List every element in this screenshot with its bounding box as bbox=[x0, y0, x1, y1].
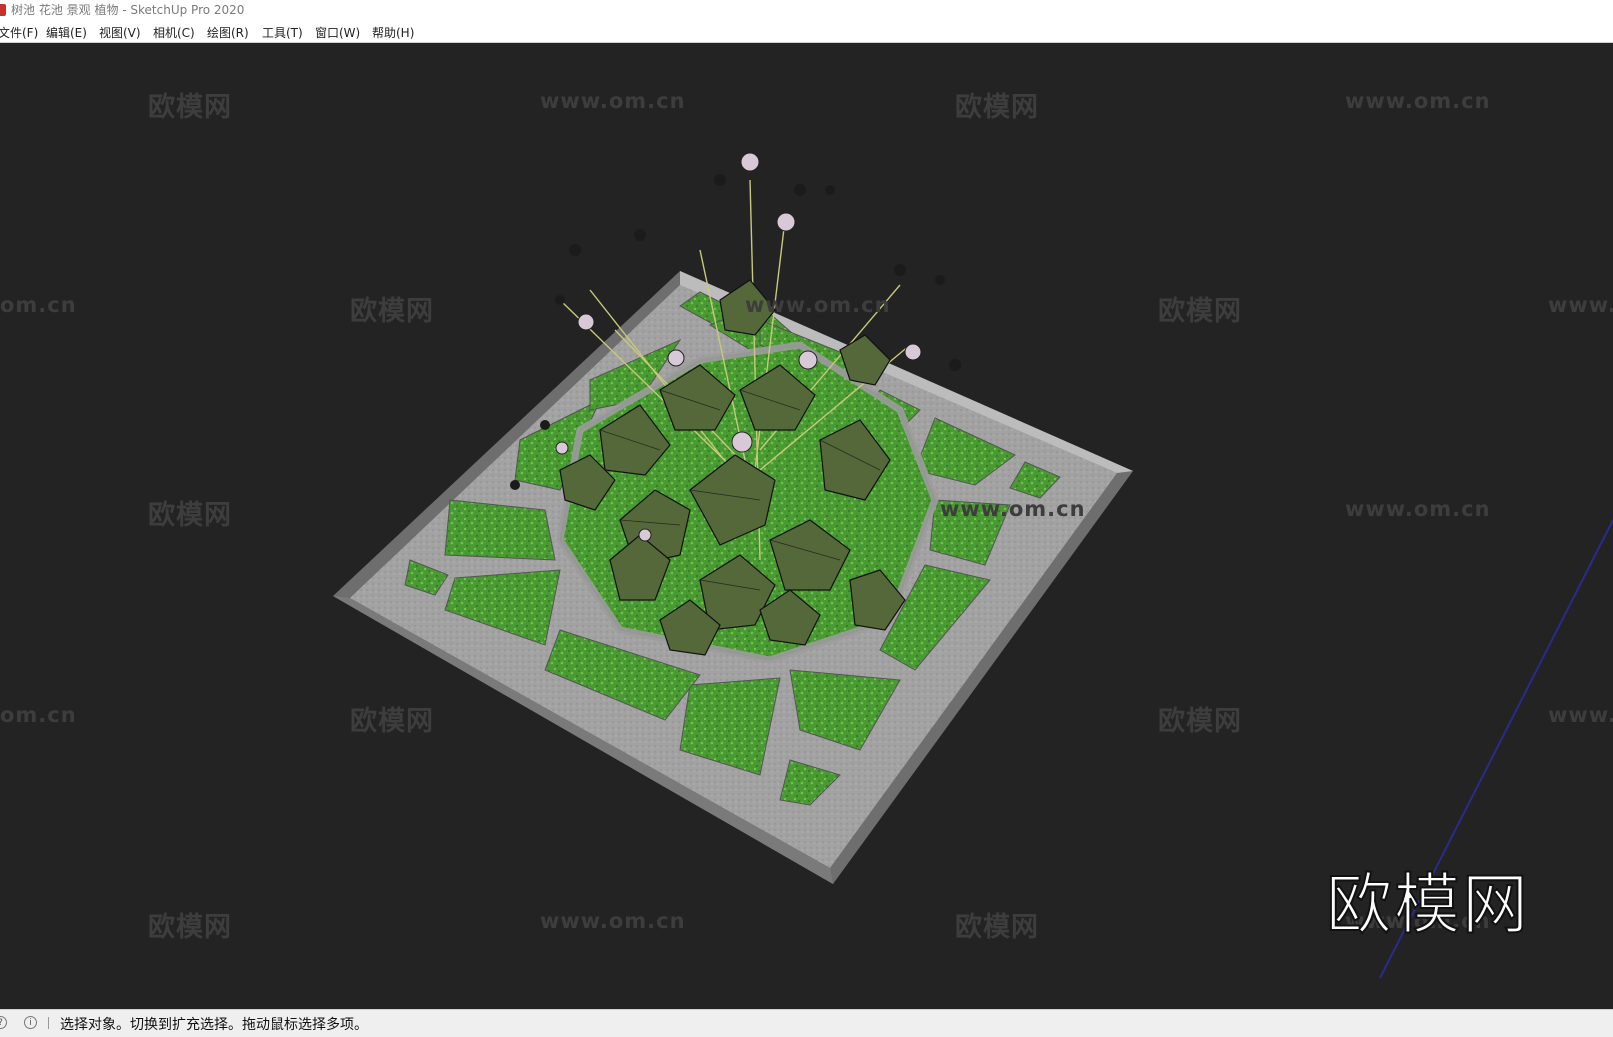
watermark-url-partial: om.cn bbox=[0, 293, 77, 317]
watermark-logo: 欧模网 bbox=[955, 92, 1039, 123]
menu-help[interactable]: 帮助(H) bbox=[372, 24, 414, 41]
menu-draw[interactable]: 绘图(R) bbox=[207, 24, 249, 41]
model-viewport[interactable]: 欧模网 www.om.cn 欧模网 www.om.cn om.cn 欧模网 ww… bbox=[0, 43, 1613, 1009]
status-divider bbox=[48, 1017, 49, 1029]
menu-file[interactable]: 文件(F) bbox=[0, 24, 38, 41]
menu-tools[interactable]: 工具(T) bbox=[262, 24, 303, 41]
watermark-logo: 欧模网 bbox=[1158, 296, 1242, 327]
window-title: 树池 花池 景观 植物 - SketchUp Pro 2020 bbox=[11, 3, 245, 17]
watermark-url: www.om.cn bbox=[1345, 89, 1491, 113]
menu-view[interactable]: 视图(V) bbox=[99, 24, 141, 41]
menu-camera[interactable]: 相机(C) bbox=[153, 24, 195, 41]
watermark-logo: 欧模网 bbox=[350, 706, 434, 737]
watermark-url: www.om.cn bbox=[540, 89, 686, 113]
watermark-url: www.om.cn bbox=[540, 909, 686, 933]
watermark-url: www.om.cn bbox=[745, 293, 891, 317]
status-message: 选择对象。切换到扩充选择。拖动鼠标选择多项。 bbox=[60, 1017, 368, 1033]
watermark-url-partial: om.cn bbox=[0, 703, 77, 727]
watermark-logo: 欧模网 bbox=[350, 296, 434, 327]
menu-window[interactable]: 窗口(W) bbox=[315, 24, 360, 41]
watermark-logo: 欧模网 bbox=[148, 912, 232, 943]
grass-panels bbox=[404, 291, 1061, 806]
watermark-logo: 欧模网 bbox=[148, 92, 232, 123]
watermark-url: www.om.cn bbox=[1345, 497, 1491, 521]
menu-bar: 文件(F) 编辑(E) 视图(V) 相机(C) 绘图(R) 工具(T) 窗口(W… bbox=[0, 21, 1613, 43]
sketchup-app-icon bbox=[0, 4, 6, 16]
geolocation-icon[interactable]: ? bbox=[0, 1016, 7, 1029]
watermark-url: www.om.cn bbox=[940, 497, 1086, 521]
title-bar: 树池 花池 景观 植物 - SketchUp Pro 2020 bbox=[0, 0, 1613, 21]
info-icon[interactable]: i bbox=[24, 1016, 37, 1029]
watermark-url-partial: www. bbox=[1548, 703, 1613, 727]
watermark-logo: 欧模网 bbox=[955, 912, 1039, 943]
status-bar: ? i 选择对象。切换到扩充选择。拖动鼠标选择多项。 bbox=[0, 1009, 1613, 1037]
menu-edit[interactable]: 编辑(E) bbox=[46, 24, 87, 41]
watermark-logo: 欧模网 bbox=[1158, 706, 1242, 737]
om-logo: 欧模网 bbox=[1325, 865, 1530, 944]
watermark-url-partial: www. bbox=[1548, 293, 1613, 317]
watermark-logo: 欧模网 bbox=[148, 500, 232, 531]
